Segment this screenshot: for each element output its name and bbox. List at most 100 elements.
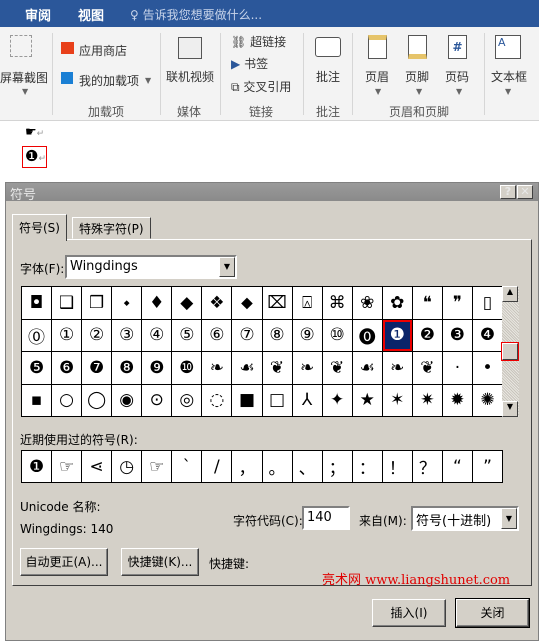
bookmark-button[interactable]: ▶ 书签 — [231, 55, 268, 72]
help-button[interactable]: ? — [500, 185, 516, 199]
close-x-button[interactable]: ✕ — [517, 185, 533, 199]
symbol-scrollbar[interactable]: ▲ ▼ — [501, 286, 519, 417]
symbol-cell[interactable]: ■ — [232, 384, 262, 416]
symbol-cell[interactable]: ◘ — [22, 287, 52, 319]
symbol-cell[interactable]: • — [472, 352, 502, 384]
symbol-cell[interactable]: ❻ — [52, 352, 82, 384]
symbol-cell[interactable]: ❶ — [382, 319, 412, 351]
shortcut-key-button[interactable]: 快捷键(K)... — [121, 548, 199, 576]
symbol-cell[interactable]: ❷ — [412, 319, 442, 351]
scroll-down-arrow-icon[interactable]: ▼ — [502, 401, 518, 417]
symbol-cell[interactable]: ❦ — [322, 352, 352, 384]
symbol-cell[interactable]: ❑ — [52, 287, 82, 319]
symbol-cell[interactable]: ① — [52, 319, 82, 351]
crossref-button[interactable]: ⧉ 交叉引用 — [231, 78, 291, 95]
recent-symbol-cell[interactable]: / — [202, 451, 232, 482]
symbol-cell[interactable]: ③ — [112, 319, 142, 351]
recent-symbol-cell[interactable]: ” — [472, 451, 502, 482]
symbol-cell[interactable]: ❸ — [442, 319, 472, 351]
symbol-cell[interactable]: ❦ — [262, 352, 292, 384]
recent-symbol-cell[interactable]: ` — [172, 451, 202, 482]
recent-symbol-cell[interactable]: ◷ — [112, 451, 142, 482]
symbol-cell[interactable]: ❒ — [82, 287, 112, 319]
header-button[interactable]: 页眉 — [365, 68, 389, 85]
symbol-cell[interactable]: ✦ — [322, 384, 352, 416]
chevron-down-icon[interactable]: ▼ — [219, 257, 235, 277]
my-addins-button[interactable]: 我的加载项 — [79, 72, 139, 89]
tell-me-search[interactable]: ♀ 告诉我您想要做什么... — [130, 6, 262, 23]
recent-symbol-cell[interactable]: ⋖ — [82, 451, 112, 482]
page-number-button[interactable]: 页码 — [445, 68, 469, 85]
from-select[interactable]: 符号(十进制) ▼ — [411, 506, 519, 531]
dialog-title-bar[interactable]: 符号 ? ✕ — [6, 183, 538, 203]
symbol-cell[interactable]: ❾ — [142, 352, 172, 384]
symbol-cell[interactable]: ◯ — [82, 384, 112, 416]
recent-symbol-cell[interactable]: ？ — [412, 451, 442, 482]
tab-special-characters[interactable]: 特殊字符(P) — [72, 217, 151, 239]
symbol-cell[interactable]: ▪ — [22, 384, 52, 416]
symbol-cell[interactable]: ⑥ — [202, 319, 232, 351]
symbol-cell[interactable]: ★ — [352, 384, 382, 416]
symbol-cell[interactable]: ❼ — [82, 352, 112, 384]
recent-symbol-cell[interactable]: “ — [442, 451, 472, 482]
symbol-cell[interactable]: ⑦ — [232, 319, 262, 351]
symbol-cell[interactable]: ⌘ — [322, 287, 352, 319]
recent-symbol-cell[interactable]: 。 — [262, 451, 292, 482]
footer-button[interactable]: 页脚 — [405, 68, 429, 85]
symbol-cell[interactable]: ◆ — [172, 287, 202, 319]
symbol-cell[interactable]: ☙ — [352, 352, 382, 384]
symbol-cell[interactable]: ◎ — [172, 384, 202, 416]
comment-button[interactable]: 批注 — [316, 68, 340, 85]
recent-symbol-cell[interactable]: ， — [232, 451, 262, 482]
recent-symbol-cell[interactable]: ❶ — [22, 451, 52, 482]
symbol-cell[interactable]: ❧ — [202, 352, 232, 384]
symbol-cell[interactable]: ② — [82, 319, 112, 351]
recent-symbol-cell[interactable]: ； — [322, 451, 352, 482]
tab-symbols[interactable]: 符号(S) — [12, 214, 67, 241]
textbox-button[interactable]: 文本框 — [491, 68, 527, 85]
symbol-cell[interactable]: ❺ — [22, 352, 52, 384]
symbol-cell[interactable]: ❹ — [472, 319, 502, 351]
symbol-cell[interactable]: ✿ — [382, 287, 412, 319]
symbol-cell[interactable]: ✺ — [472, 384, 502, 416]
symbol-cell[interactable]: ⑨ — [292, 319, 322, 351]
char-code-input[interactable]: 140 — [302, 506, 350, 530]
symbol-cell[interactable]: ♦ — [142, 287, 172, 319]
recent-symbol-cell[interactable]: ☞ — [52, 451, 82, 482]
symbol-cell[interactable]: ✷ — [412, 384, 442, 416]
symbol-cell[interactable]: □ — [262, 384, 292, 416]
symbol-cell[interactable]: ❧ — [382, 352, 412, 384]
recent-symbol-cell[interactable]: ☞ — [142, 451, 172, 482]
symbol-cell[interactable]: ⓪ — [22, 319, 52, 351]
tab-review[interactable]: 审阅 — [25, 5, 51, 24]
symbol-cell[interactable]: ▯ — [472, 287, 502, 319]
symbol-cell[interactable]: ⑧ — [262, 319, 292, 351]
close-button[interactable]: 关闭 — [455, 598, 530, 628]
symbol-cell[interactable]: ❖ — [202, 287, 232, 319]
symbol-cell[interactable]: ○ — [52, 384, 82, 416]
symbol-cell[interactable]: ⑤ — [172, 319, 202, 351]
online-video-button[interactable]: 联机视频 — [166, 68, 214, 85]
store-button[interactable]: 应用商店 — [79, 42, 127, 59]
symbol-cell[interactable]: ⌧ — [262, 287, 292, 319]
autocorrect-button[interactable]: 自动更正(A)... — [20, 548, 108, 576]
document-area[interactable]: ☛↵ ❶↵ — [0, 121, 539, 181]
symbol-cell[interactable]: ④ — [142, 319, 172, 351]
symbol-cell[interactable]: ❿ — [172, 352, 202, 384]
recent-symbol-cell[interactable]: ： — [352, 451, 382, 482]
insert-button[interactable]: 插入(I) — [372, 599, 446, 627]
symbol-cell[interactable]: ❀ — [352, 287, 382, 319]
symbol-cell[interactable]: ❧ — [292, 352, 322, 384]
tab-view[interactable]: 视图 — [78, 5, 104, 24]
hyperlink-button[interactable]: ⛓ 超链接 — [231, 33, 286, 50]
recent-symbol-cell[interactable]: 、 — [292, 451, 322, 482]
symbol-cell[interactable]: ✹ — [442, 384, 472, 416]
symbol-cell[interactable]: ⓿ — [352, 319, 382, 351]
screenshot-button[interactable]: 屏幕截图 — [0, 69, 48, 86]
scroll-thumb[interactable] — [501, 342, 519, 361]
symbol-cell[interactable]: ❝ — [412, 287, 442, 319]
symbol-cell[interactable]: ❽ — [112, 352, 142, 384]
symbol-cell[interactable]: ✶ — [382, 384, 412, 416]
symbol-cell[interactable]: ◉ — [112, 384, 142, 416]
symbol-cell[interactable]: ⬩ — [112, 287, 142, 319]
